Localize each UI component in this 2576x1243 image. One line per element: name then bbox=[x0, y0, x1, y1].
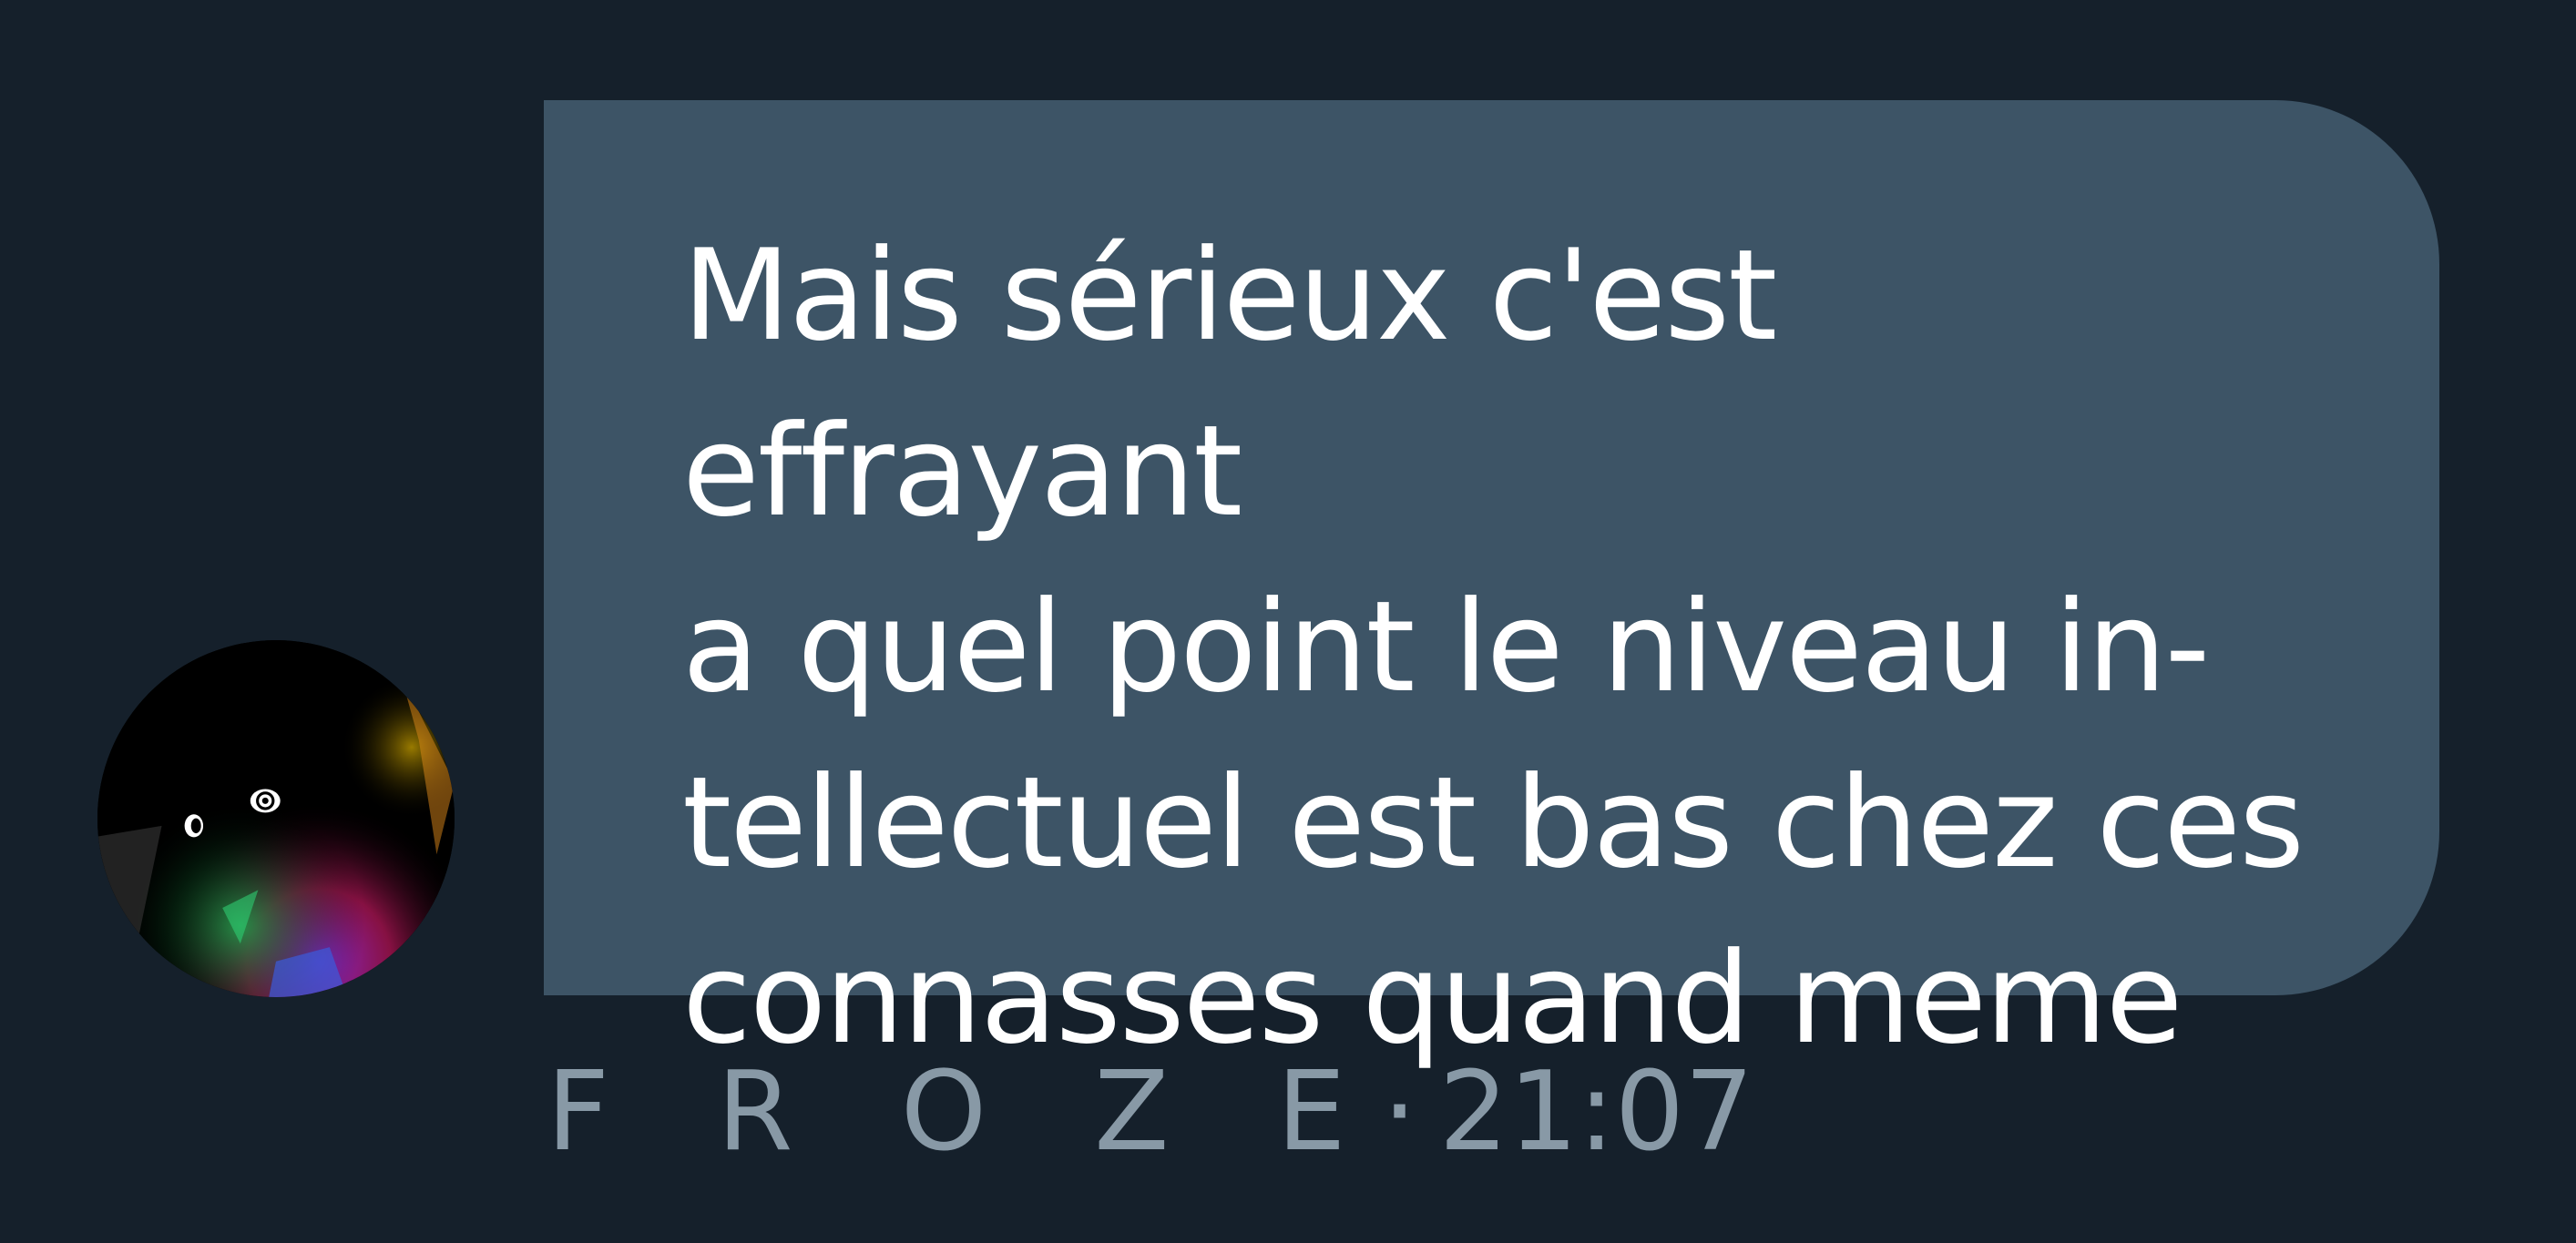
message-line: tellectuel est bas chez ces bbox=[682, 749, 2305, 896]
message-meta: F R O Z E · 21:07 bbox=[547, 1049, 1753, 1176]
sender-name[interactable]: F R O Z E bbox=[547, 1049, 1382, 1176]
message-timestamp: 21:07 bbox=[1438, 1048, 1754, 1176]
message-row: Mais sérieux c'est effrayant a quel point… bbox=[0, 0, 2576, 1243]
message-line: Mais sérieux c'est effrayant bbox=[682, 222, 1777, 545]
message-text: Mais sérieux c'est effrayant a quel point… bbox=[682, 208, 2321, 1086]
avatar[interactable] bbox=[97, 640, 455, 997]
message-line: a quel point le niveau in- bbox=[682, 574, 2210, 720]
avatar-image bbox=[97, 640, 455, 997]
message-bubble[interactable]: Mais sérieux c'est effrayant a quel point… bbox=[544, 100, 2439, 1072]
meta-separator: · bbox=[1382, 1048, 1417, 1176]
